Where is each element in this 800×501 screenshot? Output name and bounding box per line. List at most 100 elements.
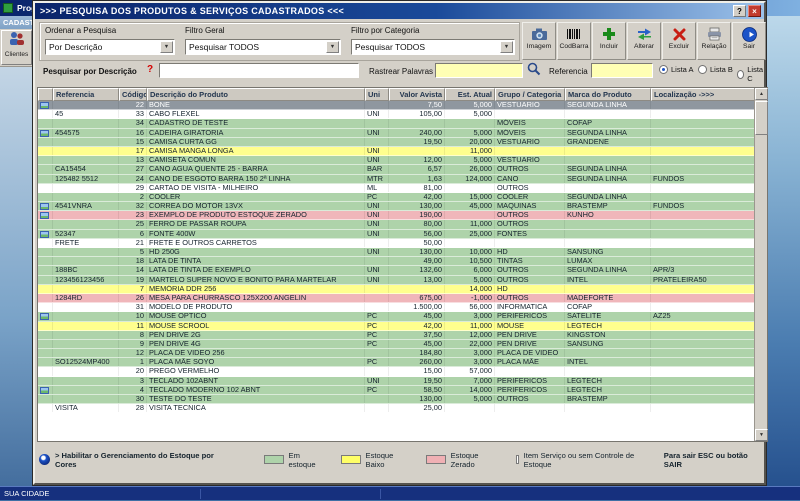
- help-button[interactable]: ?: [733, 5, 746, 17]
- table-row[interactable]: 20 PREGO VERMELHO 15,00 57,000: [38, 367, 754, 377]
- cell-image: [38, 339, 53, 349]
- table-row[interactable]: 1284RD 26 MESA PARA CHURRASCO 125X200 ANGE…: [38, 293, 754, 304]
- cell-group: COOLER: [495, 192, 565, 202]
- table-row[interactable]: 12 PLACA DE VIDEO 256 184,80 3,000 PLACA DE …: [38, 349, 754, 359]
- column-header[interactable]: Descrição do Produto: [147, 88, 365, 101]
- column-header[interactable]: Código: [119, 88, 147, 101]
- table-row[interactable]: 3 TECLADO 102ABNT UNI 19,50 7,000 PERIFERICOS…: [38, 376, 754, 386]
- lista-a-radio[interactable]: Lista A: [659, 65, 694, 74]
- table-row[interactable]: 30 TESTE DO TESTE 130,00 5,000 OUTROS BRASTEM…: [38, 395, 754, 405]
- cell-ref: [53, 284, 119, 293]
- cell-group: PEN DRIVE: [495, 339, 565, 349]
- chevron-down-icon[interactable]: ▼: [160, 41, 173, 53]
- incluir-button[interactable]: Incluir: [592, 22, 626, 60]
- cell-brand: SATELITE: [565, 312, 651, 321]
- category-filter-select[interactable]: Pesquisar TODOS ▼: [351, 39, 515, 55]
- close-button[interactable]: ×: [748, 5, 761, 17]
- cell-desc: MESA PARA CHURRASCO 125X200 ANGELIN: [147, 293, 365, 303]
- table-row[interactable]: VISITA 28 VISITA TECNICA 25,00: [38, 404, 754, 414]
- table-row[interactable]: 4 TECLADO MODERNO 102 ABNT PC 58,50 14,000 PE…: [38, 385, 754, 395]
- cell-brand: [565, 220, 651, 229]
- cell-uni: BAR: [365, 165, 389, 174]
- cell-group: OUTROS: [495, 220, 565, 229]
- relacao-button[interactable]: Relação: [697, 22, 731, 60]
- table-row[interactable]: 454575 16 CADEIRA GIRATORIA UNI 240,00 5,000 M…: [38, 128, 754, 138]
- words-input[interactable]: [435, 63, 523, 78]
- general-filter-select[interactable]: Pesquisar TODOS ▼: [185, 39, 341, 55]
- column-header[interactable]: Grupo / Categoria: [495, 88, 565, 101]
- scroll-down-icon[interactable]: ▼: [755, 429, 768, 441]
- cell-uni: [365, 303, 389, 312]
- table-row[interactable]: 18 LATA DE TINTA 49,00 10,500 TINTAS LUMAX: [38, 257, 754, 267]
- table-row[interactable]: 15 CAMISA CURTA GG 19,50 20,000 VESTUARIO GRA…: [38, 137, 754, 147]
- camera-icon: [531, 25, 548, 43]
- alterar-button[interactable]: Alterar: [627, 22, 661, 60]
- table-row[interactable]: 17 CAMISA MANGA LONGA UNI 11,000: [38, 146, 754, 157]
- column-header[interactable]: Marca do Produto: [565, 88, 651, 101]
- table-row[interactable]: CA15454 27 CANO AGUA QUENTE 25 - BARRA BAR 6…: [38, 165, 754, 175]
- column-header[interactable]: Est. Atual: [445, 88, 495, 101]
- table-row[interactable]: 4541VNRA 32 CORREA DO MOTOR 13VX UNI 130,00 4…: [38, 202, 754, 212]
- search-desc-input[interactable]: [159, 63, 359, 78]
- table-row[interactable]: SO12524MP400 1 PLACA MÃE SOYO PC 260,00 3,000…: [38, 358, 754, 368]
- order-select[interactable]: Por Descrição ▼: [45, 39, 175, 55]
- chevron-down-icon[interactable]: ▼: [326, 41, 339, 53]
- sair-button[interactable]: Sair: [732, 22, 766, 60]
- table-row[interactable]: 188BC 14 LATA DE TINTA DE EXEMPLO UNI 132,60…: [38, 266, 754, 276]
- chevron-down-icon[interactable]: ▼: [500, 41, 513, 53]
- cell-stock: 45,000: [445, 202, 495, 211]
- table-row[interactable]: FRETE 21 FRETE E OUTROS CARRETOS 50,00: [38, 238, 754, 248]
- table-row[interactable]: 10 MOUSE OPTICO PC 45,00 3,000 PERIFERICOS SAT…: [38, 312, 754, 322]
- scrollbar-thumb[interactable]: [755, 101, 768, 135]
- imagem-button[interactable]: Imagem: [522, 22, 556, 60]
- stock-colors-toggle-icon[interactable]: [39, 454, 50, 465]
- cell-stock: 6,000: [445, 266, 495, 275]
- table-row[interactable]: 13 CAMISETA COMUN UNI 12,00 5,000 VESTUARIO: [38, 156, 754, 166]
- table-body[interactable]: 22 BONE 7,50 5,000 VESTUARIO SEGUNDA LINHA 45 3…: [38, 101, 754, 441]
- scroll-up-icon[interactable]: ▲: [755, 88, 768, 100]
- codbarra-button[interactable]: CodBarra: [557, 22, 591, 60]
- cell-stock: 10,000: [445, 248, 495, 257]
- column-header[interactable]: Uni: [365, 88, 389, 101]
- table-row[interactable]: 5 HD 250G UNI 130,00 10,000 HD SANSUNG: [38, 248, 754, 258]
- cell-loc: [651, 349, 754, 357]
- table-row[interactable]: 25 FERRO DE PASSAR ROUPA UNI 80,00 11,000 OUT…: [38, 220, 754, 230]
- imagem-label: Imagem: [526, 43, 552, 50]
- search-icon[interactable]: [527, 62, 541, 81]
- table-row[interactable]: 8 PEN DRIVE 2G PC 37,50 12,000 PEN DRIVE KINGS…: [38, 330, 754, 340]
- table-row[interactable]: 34 CADASTRO DE TESTE MÓVEIS COFAP: [38, 119, 754, 129]
- excluir-button[interactable]: Excluir: [662, 22, 696, 60]
- table-row[interactable]: 23 EXEMPLO DE PRODUTO ESTOQUE ZERADO UNI 19…: [38, 211, 754, 221]
- table-row[interactable]: 123456123456 19 MARTELO SUPER NOVO E BONIT…: [38, 275, 754, 285]
- column-header[interactable]: Referencia: [53, 88, 119, 101]
- table-row[interactable]: 125482 5512 24 CANO DE ESGOTO BARRA 150 2ª…: [38, 174, 754, 184]
- table-row[interactable]: 7 MEMÓRIA DDR 256 14,000 HD: [38, 284, 754, 294]
- cell-image: [38, 183, 53, 192]
- table-scrollbar[interactable]: ▲ ▼: [754, 88, 768, 441]
- table-row[interactable]: 22 BONE 7,50 5,000 VESTUARIO SEGUNDA LINHA: [38, 101, 754, 111]
- clientes-button[interactable]: Clientes: [1, 30, 32, 65]
- column-header[interactable]: Valor Avista: [389, 88, 445, 101]
- table-row[interactable]: 45 33 CABO FLEXEL UNI 105,00 5,000: [38, 110, 754, 120]
- cell-stock: 22,000: [445, 339, 495, 349]
- background-toolbar: Clientes: [0, 29, 33, 67]
- cell-stock: [445, 238, 495, 247]
- cell-image: [38, 211, 53, 220]
- table-row[interactable]: 9 PEN DRIVE 4G PC 45,00 22,000 PEN DRIVE SANSU…: [38, 339, 754, 350]
- table-row[interactable]: 52347 6 FONTE 400W UNI 56,00 25,000 FONTES: [38, 229, 754, 239]
- dialog-titlebar[interactable]: >>> PESQUISA DOS PRODUTOS & SERVIÇOS CAD…: [35, 3, 764, 19]
- cell-image: [38, 229, 53, 238]
- referencia-input[interactable]: [591, 63, 653, 78]
- lista-b-radio[interactable]: Lista B: [698, 65, 733, 74]
- column-header[interactable]: [38, 88, 53, 101]
- table-row[interactable]: 29 CARTAO DE VISITA - MILHEIRO ML 81,00 OUTR…: [38, 183, 754, 193]
- lista-c-radio[interactable]: Lista C: [737, 65, 765, 83]
- table-row[interactable]: 31 MODELO DE PRODUTO 1.500,00 56,000 INFORMA…: [38, 303, 754, 313]
- cell-uni: MTR: [365, 174, 389, 183]
- column-header[interactable]: Localização ->>>: [651, 88, 754, 101]
- cell-ref: [53, 220, 119, 229]
- cell-image: [38, 349, 53, 358]
- table-row[interactable]: 2 COOLER PC 42,00 15,000 COOLER SEGUNDA LINHA: [38, 192, 754, 203]
- cell-image: [38, 293, 53, 303]
- table-row[interactable]: 11 MOUSE SCROOL PC 42,00 11,000 MOUSE LEGTECH: [38, 321, 754, 331]
